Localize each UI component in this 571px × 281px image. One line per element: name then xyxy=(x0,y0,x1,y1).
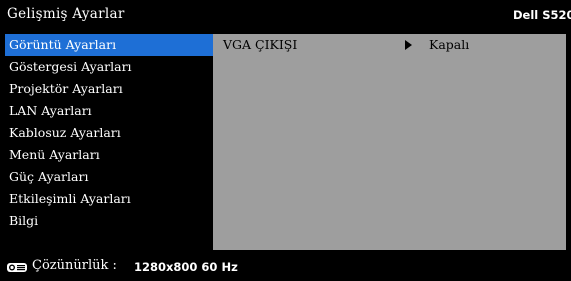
menu-item-menu-settings[interactable]: Menü Ayarları xyxy=(5,144,213,166)
menu-item-label: Bilgi xyxy=(9,213,39,228)
menu-item-indicator-settings[interactable]: Göstergesi Ayarları xyxy=(5,56,213,78)
vga-output-value: Kapalı xyxy=(429,37,470,52)
menu-item-label: LAN Ayarları xyxy=(9,103,92,118)
menu-item-display-settings[interactable]: Görüntü Ayarları xyxy=(5,34,213,56)
settings-panel: VGA ÇIKIŞI Kapalı xyxy=(213,34,566,250)
menu-item-label: Projektör Ayarları xyxy=(9,81,123,96)
resolution-value: 1280x800 60 Hz xyxy=(134,260,238,274)
menu-item-label: Görüntü Ayarları xyxy=(9,37,117,52)
resolution-label: Çözünürlük : xyxy=(32,258,117,273)
vga-output-row[interactable]: VGA ÇIKIŞI Kapalı xyxy=(213,34,566,56)
settings-menu: Görüntü Ayarları Göstergesi Ayarları Pro… xyxy=(5,34,213,250)
status-bar: Çözünürlük : 1280x800 60 Hz xyxy=(0,253,571,281)
menu-item-wireless-settings[interactable]: Kablosuz Ayarları xyxy=(5,122,213,144)
menu-item-interactive-settings[interactable]: Etkileşimli Ayarları xyxy=(5,188,213,210)
arrow-right-icon[interactable] xyxy=(405,40,412,50)
menu-item-label: Menü Ayarları xyxy=(9,147,100,162)
title-bar: Gelişmiş Ayarlar Dell S520 xyxy=(0,0,571,32)
menu-item-projector-settings[interactable]: Projektör Ayarları xyxy=(5,78,213,100)
vga-output-label: VGA ÇIKIŞI xyxy=(223,37,298,52)
brand-logo: Dell S520 xyxy=(513,8,571,22)
menu-item-label: Kablosuz Ayarları xyxy=(9,125,121,140)
menu-item-label: Güç Ayarları xyxy=(9,169,89,184)
menu-item-lan-settings[interactable]: LAN Ayarları xyxy=(5,100,213,122)
menu-item-power-settings[interactable]: Güç Ayarları xyxy=(5,166,213,188)
projector-icon xyxy=(7,263,27,272)
menu-item-label: Etkileşimli Ayarları xyxy=(9,191,131,206)
menu-item-label: Göstergesi Ayarları xyxy=(9,59,132,74)
page-title: Gelişmiş Ayarlar xyxy=(7,6,125,22)
menu-item-info[interactable]: Bilgi xyxy=(5,210,213,232)
osd-window: Gelişmiş Ayarlar Dell S520 Görüntü Ayarl… xyxy=(0,0,571,281)
